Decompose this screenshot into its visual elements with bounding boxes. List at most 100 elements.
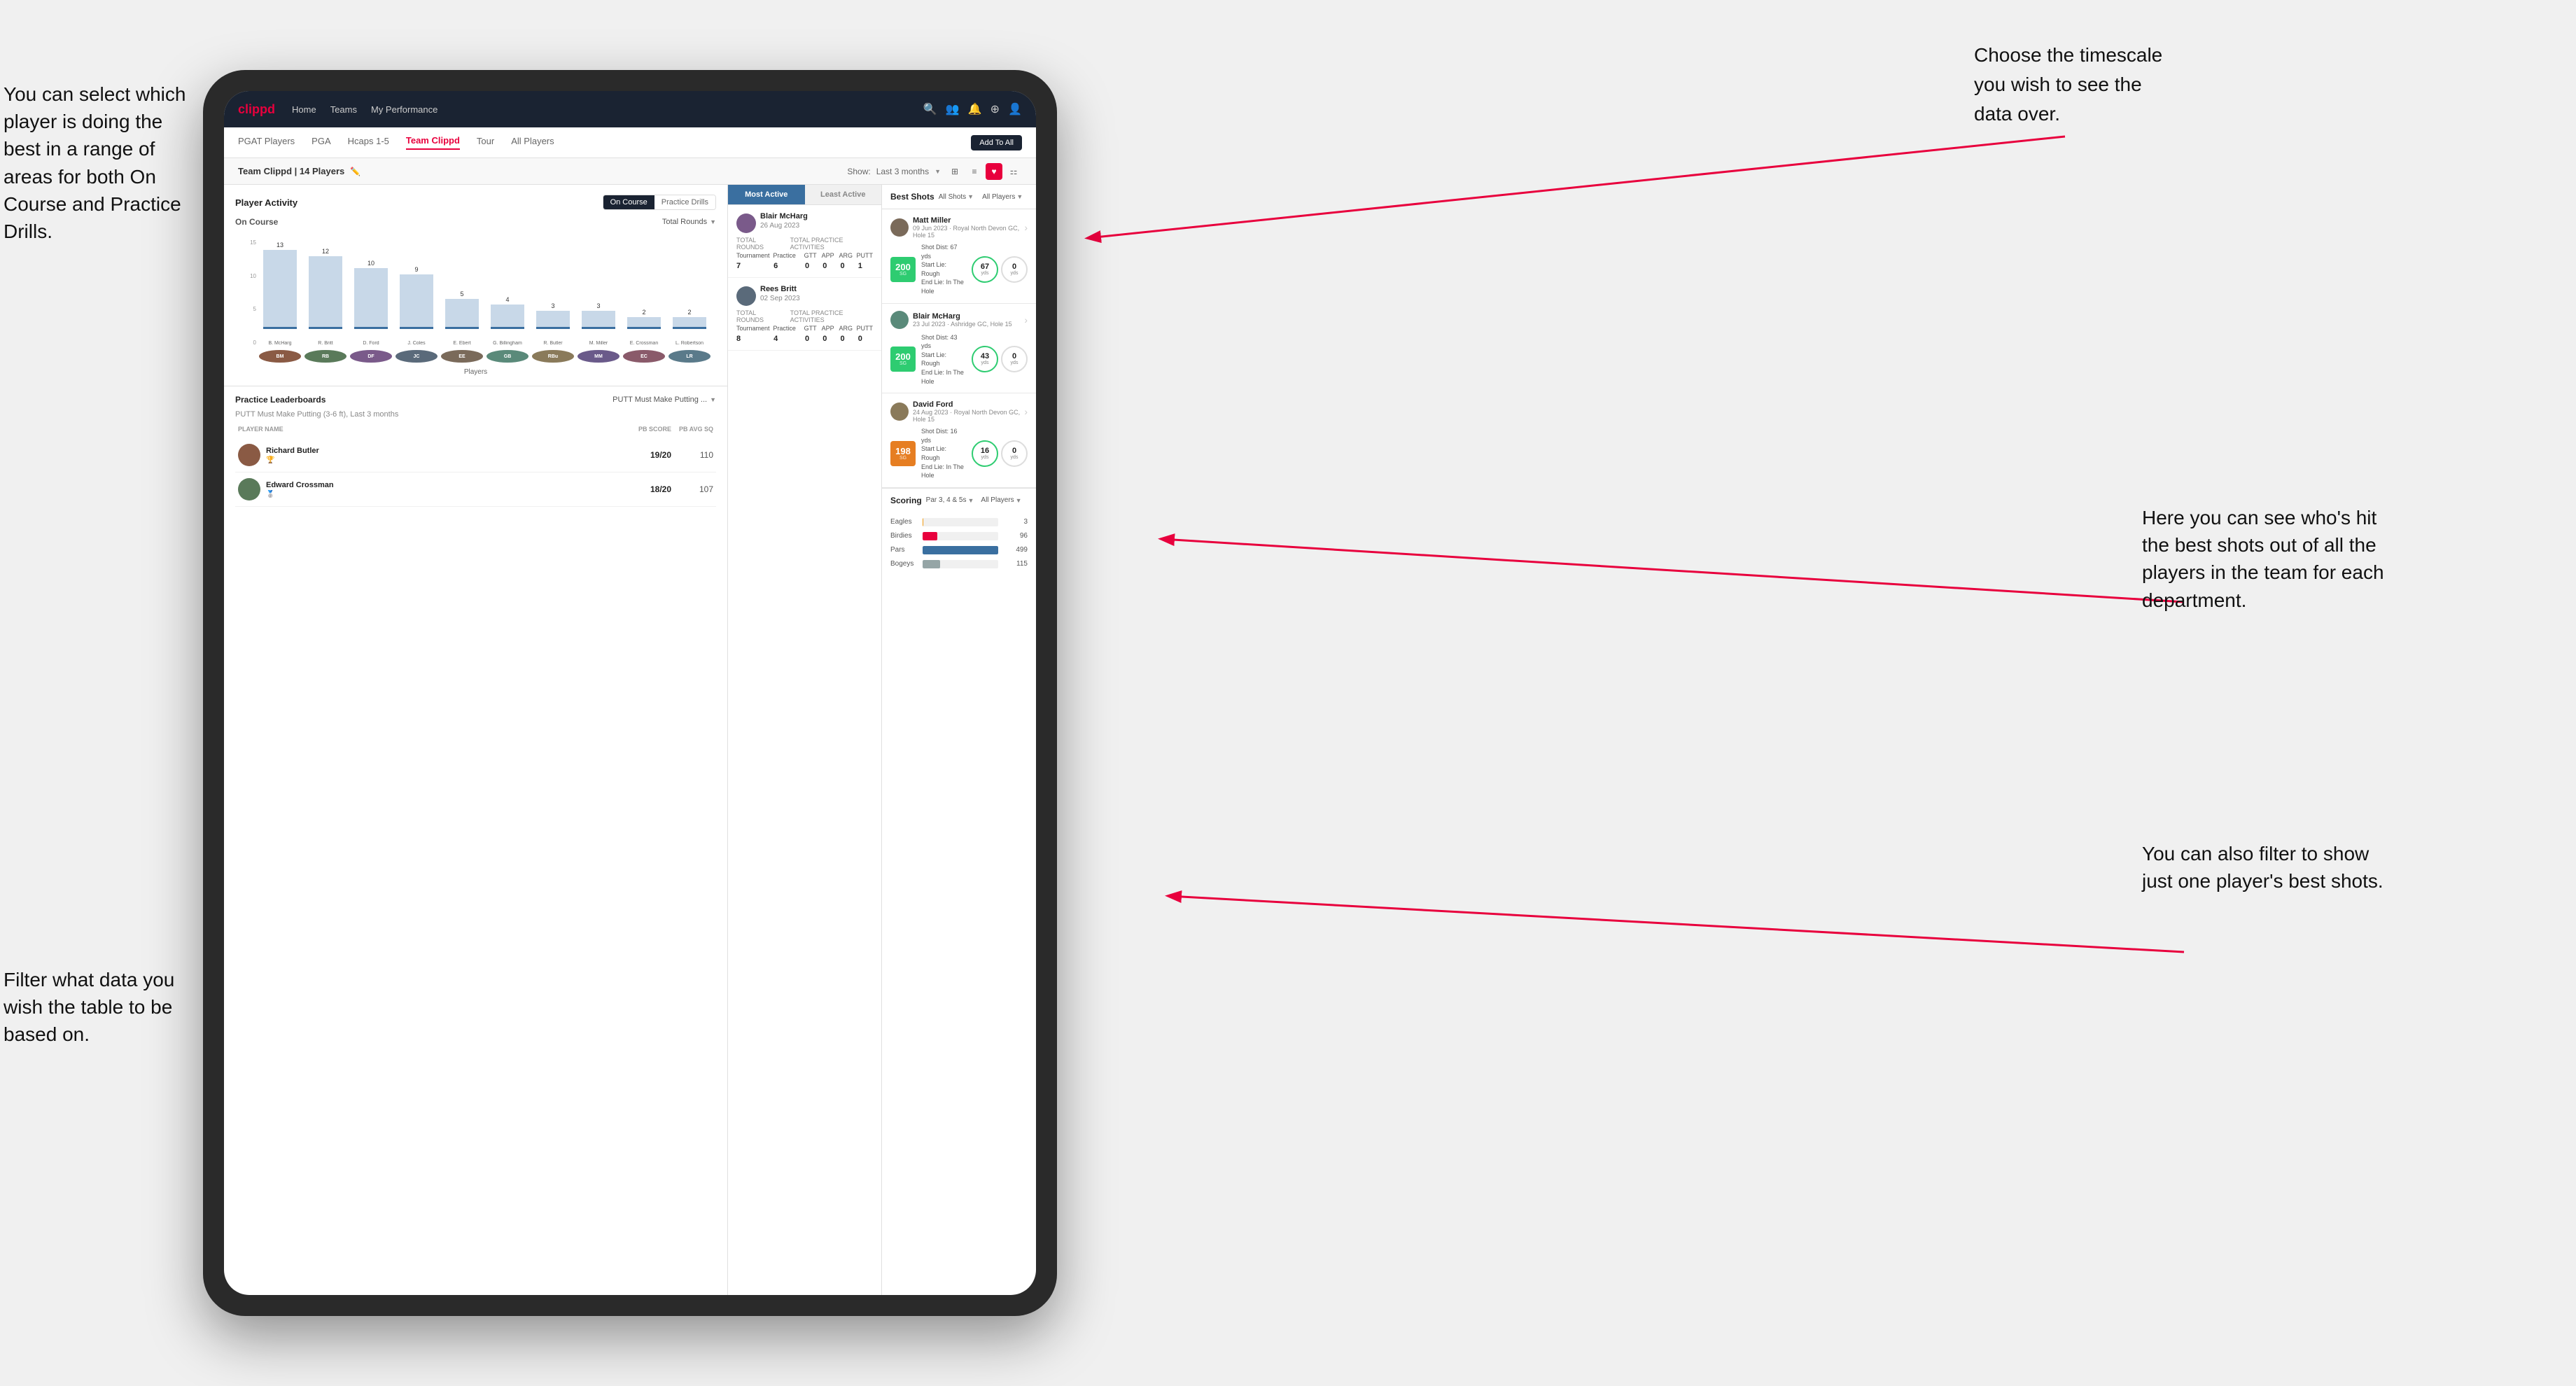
bar-value-7: 3 bbox=[596, 302, 600, 309]
avatar-bar-7: MM bbox=[578, 350, 620, 363]
gtt-val-rees: 0 bbox=[805, 335, 820, 343]
gtt-val-blair: 0 bbox=[805, 262, 820, 270]
scoring-title: Scoring bbox=[890, 496, 922, 505]
x-axis-label: Players bbox=[235, 368, 716, 376]
scoring-par-dropdown[interactable]: Par 3, 4 & 5s ▼ bbox=[926, 496, 974, 504]
team-title: Team Clippd | 14 Players bbox=[238, 166, 344, 176]
bar-9: 2 bbox=[668, 238, 710, 329]
nav-my-performance[interactable]: My Performance bbox=[371, 104, 438, 115]
shot-chevron-matt[interactable]: › bbox=[1024, 222, 1028, 233]
bar-highlight-4 bbox=[445, 327, 479, 329]
shot-badge-num-matt: 200 bbox=[895, 262, 911, 272]
app-val-blair: 0 bbox=[822, 262, 837, 270]
nav-home[interactable]: Home bbox=[292, 104, 316, 115]
shot-chevron-blair[interactable]: › bbox=[1024, 314, 1028, 326]
show-label: Show: bbox=[847, 167, 870, 176]
add-to-all-button[interactable]: Add To All bbox=[971, 135, 1022, 150]
tab-pga[interactable]: PGA bbox=[312, 136, 330, 149]
player-info-edward: Edward Crossman 🥈 bbox=[266, 481, 629, 498]
bar-5: 4 bbox=[486, 238, 528, 329]
shot-card-matt[interactable]: Matt Miller 09 Jun 2023 · Royal North De… bbox=[882, 209, 1036, 304]
bar-7: 3 bbox=[578, 238, 620, 329]
practice-val-rees: 4 bbox=[774, 335, 802, 343]
bar-highlight-2 bbox=[354, 327, 388, 329]
tab-tour[interactable]: Tour bbox=[477, 136, 494, 149]
scoring-birdies-val: 96 bbox=[1002, 532, 1028, 540]
users-icon[interactable]: 👥 bbox=[946, 102, 960, 116]
total-rounds-chevron-icon: ▼ bbox=[710, 218, 716, 225]
shot-metric2-val-blair: 0 bbox=[1012, 353, 1016, 360]
shot-metric1-label-matt: yds bbox=[981, 271, 989, 276]
scoring-players-dropdown[interactable]: All Players ▼ bbox=[981, 496, 1021, 504]
drill-selector[interactable]: PUTT Must Make Putting ... ▼ bbox=[612, 396, 716, 404]
edit-icon[interactable]: ✏️ bbox=[350, 167, 360, 176]
rees-round-values: 8 4 0 0 0 0 bbox=[736, 335, 873, 343]
app-logo: clippd bbox=[238, 102, 275, 117]
shot-card-david[interactable]: David Ford 24 Aug 2023 · Royal North Dev… bbox=[882, 393, 1036, 488]
bar-value-9: 2 bbox=[687, 309, 691, 316]
add-circle-icon[interactable]: ⊕ bbox=[990, 102, 1000, 116]
heart-view-icon[interactable]: ♥ bbox=[986, 163, 1002, 180]
view-icons: ⊞ ≡ ♥ ⚏ bbox=[946, 163, 1022, 180]
shot-metric1-blair: 43 yds bbox=[972, 346, 998, 372]
period-selector[interactable]: Last 3 months bbox=[876, 167, 929, 176]
bar-value-4: 5 bbox=[460, 290, 463, 298]
players-filter-dropdown[interactable]: All Players ▼ bbox=[982, 193, 1023, 201]
tab-most-active[interactable]: Most Active bbox=[728, 185, 805, 204]
avatar-bar-5: GB bbox=[486, 350, 528, 363]
shot-chevron-david[interactable]: › bbox=[1024, 406, 1028, 417]
tab-least-active[interactable]: Least Active bbox=[805, 185, 882, 204]
blair-round-headers: Tournament Practice GTT APP ARG PUTT bbox=[736, 252, 873, 259]
date-rees: 02 Sep 2023 bbox=[760, 295, 800, 302]
shot-player-row-matt: Matt Miller 09 Jun 2023 · Royal North De… bbox=[890, 216, 1028, 239]
practice-val-blair: 6 bbox=[774, 262, 802, 270]
bar-chart: 1312109543322 bbox=[259, 238, 710, 329]
grid-view-icon[interactable]: ⊞ bbox=[946, 163, 963, 180]
practice-table-header: PLAYER NAME PB SCORE PB AVG SQ bbox=[235, 426, 716, 433]
player-avatar-edward bbox=[238, 478, 260, 500]
tab-hcaps[interactable]: Hcaps 1-5 bbox=[348, 136, 389, 149]
col-pb-score: PB SCORE bbox=[629, 426, 671, 433]
scoring-pars-bar bbox=[923, 546, 998, 554]
bar-value-8: 2 bbox=[642, 309, 645, 316]
bar-2: 10 bbox=[350, 238, 392, 329]
tab-pgat-players[interactable]: PGAT Players bbox=[238, 136, 295, 149]
bell-icon[interactable]: 🔔 bbox=[968, 102, 982, 116]
shot-avatar-matt bbox=[890, 218, 909, 237]
app-val-rees: 0 bbox=[822, 335, 837, 343]
tab-team-clippd[interactable]: Team Clippd bbox=[406, 135, 460, 150]
shot-card-blair[interactable]: Blair McHarg 23 Jul 2023 · Ashridge GC, … bbox=[882, 304, 1036, 394]
rees-round-headers: Tournament Practice GTT APP ARG PUTT bbox=[736, 325, 873, 332]
on-course-toggle[interactable]: On Course bbox=[603, 195, 654, 209]
scoring-bogeys-bar bbox=[923, 560, 940, 568]
nav-teams[interactable]: Teams bbox=[330, 104, 357, 115]
chart-subsection-title: On Course bbox=[235, 217, 278, 227]
shot-details-blair: 23 Jul 2023 · Ashridge GC, Hole 15 bbox=[913, 321, 1012, 328]
profile-icon[interactable]: 👤 bbox=[1008, 102, 1022, 116]
search-icon[interactable]: 🔍 bbox=[923, 102, 937, 116]
shot-metric2-matt: 0 yds bbox=[1001, 256, 1028, 283]
shots-filter-dropdown[interactable]: All Shots ▼ bbox=[939, 193, 974, 201]
bar-highlight-6 bbox=[536, 327, 570, 329]
annotation-timescale: Choose the timescale you wish to see the… bbox=[1974, 41, 2170, 129]
pb-avg-edward: 107 bbox=[671, 484, 713, 494]
bar-value-0: 13 bbox=[276, 241, 284, 248]
app-label-blair: APP bbox=[822, 252, 836, 259]
tournament-label-rees: Tournament bbox=[736, 325, 770, 332]
bar-value-2: 10 bbox=[368, 260, 374, 267]
avatar-bar-3: JC bbox=[396, 350, 438, 363]
period-chevron-icon[interactable]: ▼ bbox=[934, 168, 941, 175]
practice-drills-toggle[interactable]: Practice Drills bbox=[654, 195, 715, 209]
bar-fill-6 bbox=[536, 311, 570, 329]
shot-stats-matt: 200 SG Shot Dist: 67 yds Start Lie: Roug… bbox=[890, 243, 1028, 296]
filter-view-icon[interactable]: ⚏ bbox=[1005, 163, 1022, 180]
total-rounds-dropdown[interactable]: Total Rounds ▼ bbox=[662, 218, 716, 226]
bar-value-6: 3 bbox=[551, 302, 554, 309]
left-panel: Player Activity On Course Practice Drill… bbox=[224, 185, 728, 1295]
rees-total-practice-label: Total Practice Activities bbox=[790, 309, 873, 323]
name-label-9: L. Robertson bbox=[668, 341, 710, 346]
list-view-icon[interactable]: ≡ bbox=[966, 163, 983, 180]
shot-metric1-label-blair: yds bbox=[981, 360, 989, 365]
tab-all-players[interactable]: All Players bbox=[511, 136, 554, 149]
annotation-best-shots: Here you can see who's hit the best shot… bbox=[2142, 504, 2394, 614]
